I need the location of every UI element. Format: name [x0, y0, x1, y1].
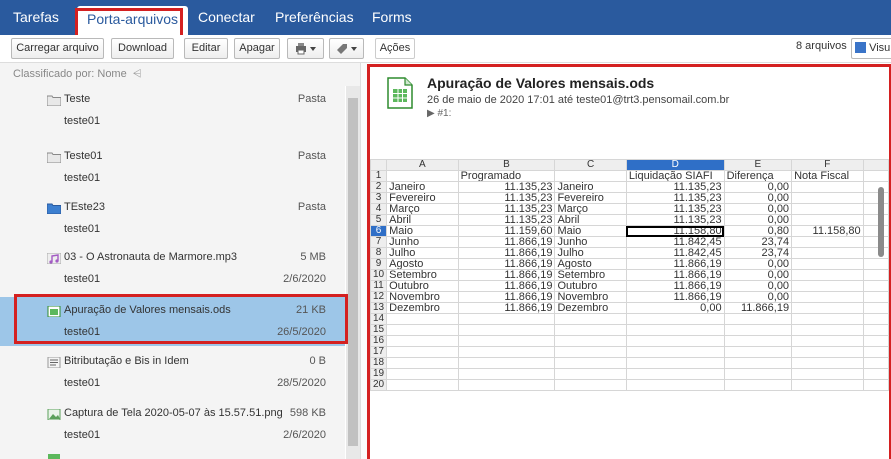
file-name: Bitributação e Bis in Idem: [64, 355, 189, 367]
file-list-item[interactable]: Teste01 Pasta teste01: [0, 143, 345, 192]
file-owner: teste01: [64, 172, 101, 184]
download-button[interactable]: Download: [111, 38, 174, 59]
file-owner: teste01: [64, 273, 101, 285]
pane-splitter[interactable]: [360, 63, 367, 459]
view-label: Visu: [869, 42, 891, 54]
print-menu-button[interactable]: [287, 38, 324, 59]
file-name: TEste23: [64, 201, 105, 213]
tab-conectar[interactable]: Conectar: [198, 0, 255, 35]
delete-button[interactable]: Apagar: [234, 38, 280, 59]
file-owner: teste01: [64, 377, 101, 389]
file-size: 598 KB: [289, 407, 326, 419]
file-size: 5 MB: [300, 251, 326, 263]
actions-menu-button[interactable]: Ações ▾: [375, 38, 415, 73]
file-name: 03 - O Astronauta de Marmore.mp3: [64, 251, 238, 263]
shared-folder-icon: [47, 203, 61, 214]
tag-icon: [336, 44, 357, 54]
file-date: 2/6/2020: [283, 273, 326, 285]
audio-file-icon: [47, 253, 61, 264]
highlight-selected-file: [14, 294, 348, 344]
file-name: Captura de Tela 2020-05-07 às 15.57.51.p…: [64, 407, 283, 419]
edit-button[interactable]: Editar: [184, 38, 228, 59]
file-list: Teste Pasta teste01 Teste01 Pasta teste0…: [0, 86, 345, 459]
actions-label: Ações: [379, 42, 411, 54]
printer-icon: [295, 43, 316, 55]
toolbar: Carregar arquivo Download Editar Apagar …: [0, 35, 891, 73]
file-date: 2/6/2020: [283, 429, 326, 441]
file-owner: teste01: [64, 223, 101, 235]
tab-forms[interactable]: Forms: [372, 0, 412, 35]
file-name: Teste01: [64, 150, 103, 162]
file-list-item[interactable]: 03 - O Astronauta de Marmore.mp3 5 MB te…: [0, 244, 345, 293]
image-file-icon: [47, 409, 61, 420]
file-list-item[interactable]: TEste23 Pasta teste01: [0, 194, 345, 243]
folder-icon: [47, 95, 61, 106]
upload-button[interactable]: Carregar arquivo: [11, 38, 104, 59]
sort-icon: ⩤: [132, 68, 142, 80]
tag-menu-button[interactable]: [329, 38, 364, 59]
file-list-item[interactable]: Teste Pasta teste01: [0, 86, 345, 135]
file-size: 0 B: [309, 355, 326, 367]
file-name: Teste: [64, 93, 91, 105]
sort-bar[interactable]: Classificado por: Nome ⩤: [0, 63, 360, 86]
file-size: Pasta: [297, 93, 326, 105]
highlight-preview: [367, 64, 891, 459]
file-list-item[interactable]: Bitributação e Bis in Idem 0 B teste01 2…: [0, 348, 345, 397]
file-owner: teste01: [64, 429, 101, 441]
sort-label: Classificado por: Nome: [13, 68, 127, 80]
view-button[interactable]: Visu: [851, 38, 891, 59]
folder-icon: [47, 152, 61, 163]
document-file-icon: [47, 357, 61, 368]
file-date: 28/5/2020: [277, 377, 326, 389]
file-size: Pasta: [297, 150, 326, 162]
file-list-item[interactable]: Captura de Tela 2020-05-07 às 15.57.51.p…: [0, 400, 345, 449]
partial-file-icon: [48, 454, 60, 459]
file-list-scroll-thumb[interactable]: [348, 98, 358, 446]
tab-preferencias[interactable]: Preferências: [275, 0, 354, 35]
view-icon: [855, 42, 866, 53]
file-size: Pasta: [297, 201, 326, 213]
file-list-scrollbar[interactable]: [346, 86, 360, 459]
file-count: 8 arquivos: [796, 40, 847, 52]
file-owner: teste01: [64, 115, 101, 127]
tab-tarefas[interactable]: Tarefas: [13, 0, 59, 35]
